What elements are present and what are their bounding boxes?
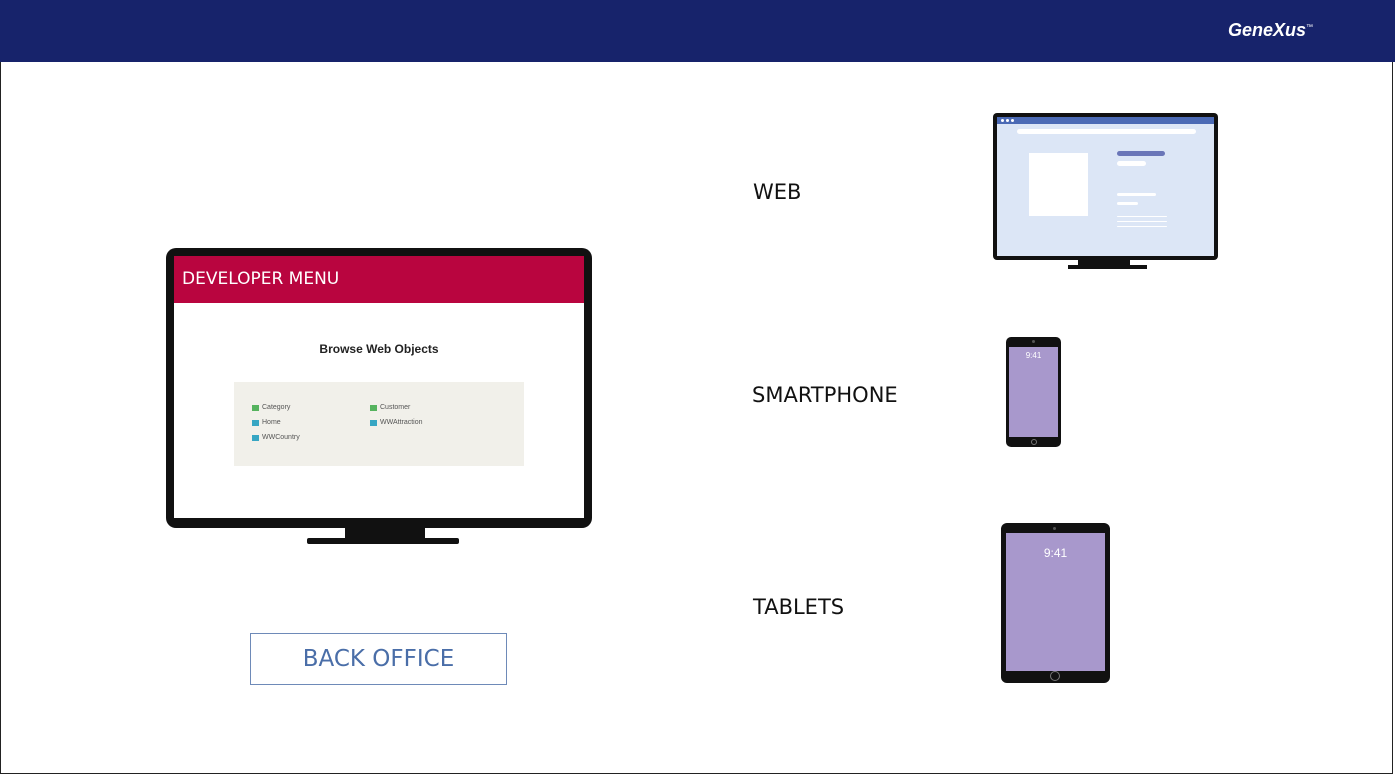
tablet-camera	[1053, 527, 1056, 530]
webpanel-icon	[370, 419, 377, 426]
web-label: WEB	[753, 180, 802, 204]
monitor-screen: DEVELOPER MENU Browse Web Objects Catego…	[174, 256, 584, 518]
object-link-wwcountry[interactable]: WWCountry	[252, 434, 300, 441]
browser-dot	[1001, 119, 1004, 122]
web-heading-line	[1117, 151, 1165, 156]
web-text-line	[1117, 193, 1156, 196]
backoffice-label: BACK OFFICE	[250, 633, 507, 685]
phone-time: 9:41	[1025, 351, 1042, 360]
web-text-line	[1117, 226, 1167, 227]
webpanel-icon	[252, 434, 259, 441]
phone-home-button	[1031, 439, 1037, 445]
tablet-time: 9:41	[1043, 546, 1068, 560]
browser-dot	[1006, 119, 1009, 122]
backoffice-monitor: DEVELOPER MENU Browse Web Objects Catego…	[166, 248, 592, 528]
tablet-home-button	[1050, 671, 1060, 681]
web-monitor-base	[1068, 265, 1147, 269]
transaction-icon	[252, 404, 259, 411]
web-address-line	[1017, 129, 1196, 134]
object-link-home[interactable]: Home	[252, 419, 281, 426]
browse-web-objects-title: Browse Web Objects	[319, 342, 439, 356]
genexus-logo: GeneXus™	[1227, 20, 1313, 40]
object-link-category[interactable]: Category	[252, 404, 290, 411]
smartphone-label: SMARTPHONE	[752, 383, 898, 407]
browser-dot	[1011, 119, 1014, 122]
tablet-screen: 9:41	[1006, 533, 1105, 671]
web-monitor-screen	[997, 117, 1214, 256]
webpanel-icon	[252, 419, 259, 426]
tablet-icon: 9:41	[1001, 523, 1110, 683]
browser-bar	[997, 117, 1214, 124]
web-text-line	[1117, 202, 1138, 205]
object-link-customer[interactable]: Customer	[370, 404, 410, 411]
tablets-label: TABLETS	[753, 595, 845, 619]
web-monitor-icon	[993, 113, 1218, 260]
developer-menu-header: DEVELOPER MENU	[174, 256, 584, 303]
header-bar: GeneXus™	[0, 0, 1395, 62]
phone-screen: 9:41	[1009, 347, 1058, 437]
phone-camera	[1032, 340, 1035, 343]
web-image-block	[1029, 153, 1088, 216]
smartphone-icon: 9:41	[1006, 337, 1061, 447]
objects-panel: Category Customer Home WWAttraction WWCo…	[234, 382, 524, 466]
monitor-stand-base	[307, 538, 459, 544]
web-text-line	[1117, 221, 1167, 222]
web-text-line	[1117, 161, 1146, 166]
object-link-wwattraction[interactable]: WWAttraction	[370, 419, 423, 426]
web-text-line	[1117, 216, 1167, 217]
transaction-icon	[370, 404, 377, 411]
